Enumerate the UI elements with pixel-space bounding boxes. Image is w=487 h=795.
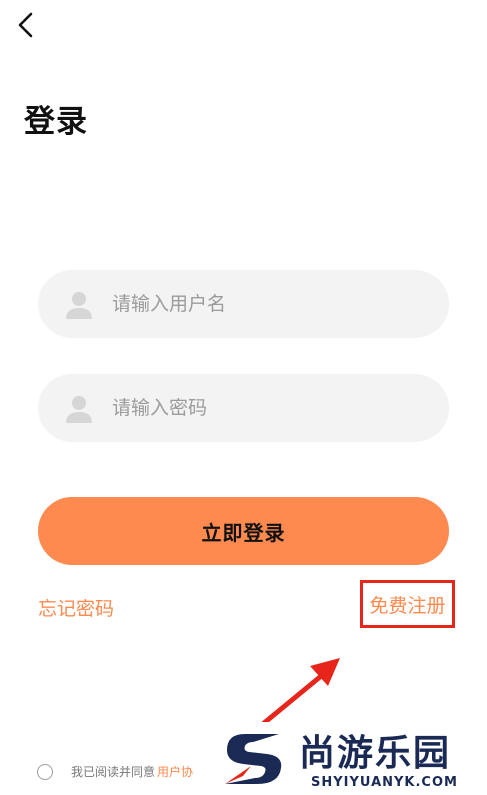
username-input[interactable] xyxy=(112,270,432,338)
user-agreement-link[interactable]: 用户协 xyxy=(157,763,193,780)
user-icon xyxy=(66,292,92,319)
page-title: 登录 xyxy=(24,104,88,140)
back-button[interactable] xyxy=(12,10,40,40)
register-highlight-box: 免费注册 xyxy=(360,580,455,628)
watermark: 尚游乐园 SHYIYUANYK.COM xyxy=(215,722,487,795)
password-field[interactable] xyxy=(38,374,449,442)
login-button[interactable]: 立即登录 xyxy=(38,497,449,565)
forgot-password-link[interactable]: 忘记密码 xyxy=(38,594,114,621)
agreement-text: 我已阅读并同意 xyxy=(71,765,156,779)
register-link[interactable]: 免费注册 xyxy=(369,591,445,618)
chevron-left-icon xyxy=(18,12,33,38)
user-icon xyxy=(66,396,92,423)
watermark-subtitle: SHYIYUANYK.COM xyxy=(311,775,458,790)
watermark-logo-icon xyxy=(225,734,282,784)
watermark-title: 尚游乐园 xyxy=(299,733,452,774)
password-input[interactable] xyxy=(112,374,432,442)
agreement-row: 我已阅读并同意 用户协 xyxy=(37,763,193,780)
username-field[interactable] xyxy=(38,270,449,338)
agreement-radio[interactable] xyxy=(37,763,53,780)
